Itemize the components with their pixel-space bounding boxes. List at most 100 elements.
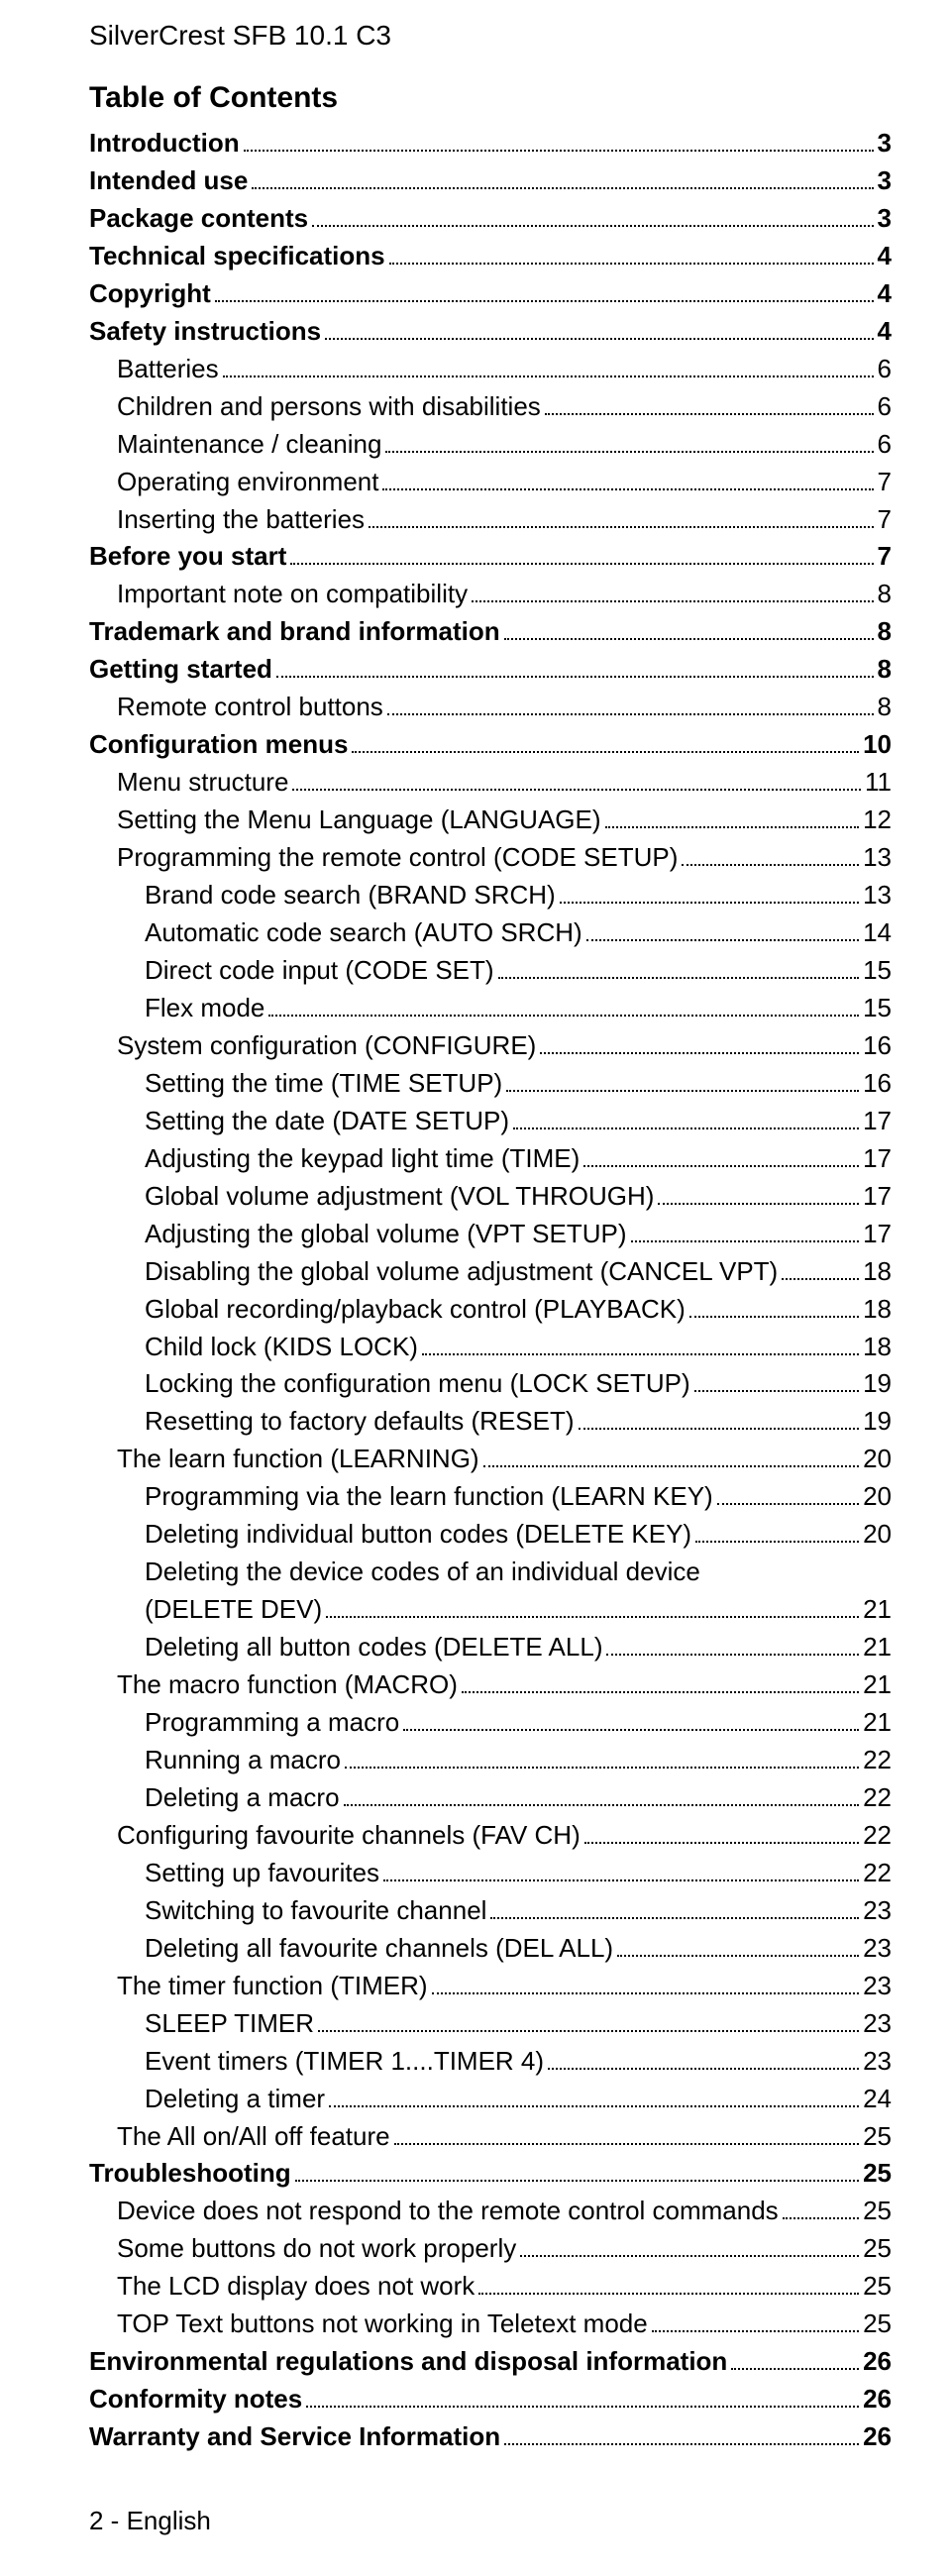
toc-entry-label: Trademark and brand information [89, 613, 500, 651]
toc-leader-dots [586, 939, 859, 941]
toc-entry-page: 21 [863, 1629, 892, 1666]
toc-entry: Package contents3 [89, 200, 892, 238]
toc-entry-label: Global volume adjustment (VOL THROUGH) [145, 1178, 654, 1216]
toc-entry-label: Warranty and Service Information [89, 2418, 500, 2456]
toc-entry-label: Configuring favourite channels (FAV CH) [117, 1817, 581, 1855]
toc-entry-page: 17 [863, 1178, 892, 1216]
toc-entry: Event timers (TIMER 1....TIMER 4)23 [89, 2043, 892, 2081]
toc-entry-label: The All on/All off feature [117, 2118, 390, 2156]
toc-entry-page: 15 [863, 952, 892, 990]
toc-entry-page: 20 [863, 1441, 892, 1478]
toc-entry-label: Deleting all favourite channels (DEL ALL… [145, 1930, 613, 1968]
toc-leader-dots [689, 1316, 859, 1318]
toc-entry-page: 16 [863, 1065, 892, 1103]
toc-entry-label: System configuration (CONFIGURE) [117, 1027, 536, 1065]
toc-entry-label: Copyright [89, 275, 211, 313]
toc-entry-page: 14 [863, 914, 892, 952]
toc-entry-page: 17 [863, 1103, 892, 1140]
toc-leader-dots [329, 2105, 859, 2107]
document-page: SilverCrest SFB 10.1 C3 Table of Content… [0, 0, 951, 2576]
toc-entry: Operating environment 7 [89, 464, 892, 501]
toc-entry-page: 25 [863, 2155, 892, 2193]
toc-leader-dots [472, 600, 873, 602]
toc-leader-dots [292, 789, 861, 791]
toc-entry-label: Setting the time (TIME SETUP) [145, 1065, 502, 1103]
toc-entry-page: 6 [878, 388, 892, 426]
toc-entry-label: Adjusting the global volume (VPT SETUP) [145, 1216, 627, 1253]
toc-entry-page: 21 [863, 1666, 892, 1704]
toc-entry: Some buttons do not work properly25 [89, 2230, 892, 2268]
toc-leader-dots [695, 1541, 859, 1543]
toc-entry: Trademark and brand information8 [89, 613, 892, 651]
toc-entry: Switching to favourite channel23 [89, 1892, 892, 1930]
toc-entry-label: Troubleshooting [89, 2155, 291, 2193]
toc-entry: Troubleshooting 25 [89, 2155, 892, 2193]
toc-entry: Adjusting the global volume (VPT SETUP)1… [89, 1216, 892, 1253]
toc-entry-page: 22 [863, 1855, 892, 1892]
toc-entry-label: The LCD display does not work [117, 2268, 475, 2306]
toc-leader-dots [606, 1654, 859, 1656]
toc-entry-page: 22 [863, 1817, 892, 1855]
toc-leader-dots [403, 1729, 859, 1731]
toc-leader-dots [584, 1842, 859, 1844]
toc-entry: Conformity notes26 [89, 2381, 892, 2418]
toc-entry-page: 6 [878, 351, 892, 388]
toc-entry-page: 8 [878, 576, 892, 613]
toc-entry: Programming the remote control (CODE SET… [89, 839, 892, 877]
toc-entry-label: Setting the date (DATE SETUP) [145, 1103, 509, 1140]
toc-entry: Copyright 4 [89, 275, 892, 313]
toc-entry-page: 26 [863, 2343, 892, 2381]
toc-entry-label: Getting started [89, 651, 272, 689]
toc-leader-dots [520, 2255, 859, 2257]
toc-entry: Setting the Menu Language (LANGUAGE) 12 [89, 802, 892, 839]
toc-entry-page: 13 [863, 877, 892, 914]
toc-entry-page: 21 [863, 1704, 892, 1742]
table-of-contents: Introduction3Intended use3Package conten… [89, 125, 892, 2456]
toc-entry-page: 7 [878, 464, 892, 501]
toc-leader-dots [306, 2406, 859, 2408]
toc-entry-page: 12 [863, 802, 892, 839]
toc-leader-dots [717, 1503, 859, 1505]
toc-entry-label: SLEEP TIMER [145, 2005, 314, 2043]
toc-entry-label: Child lock (KIDS LOCK) [145, 1329, 418, 1366]
toc-entry: Deleting a timer24 [89, 2081, 892, 2118]
toc-entry-label: Maintenance / cleaning [117, 426, 381, 464]
toc-entry-label: The timer function (TIMER) [117, 1968, 428, 2005]
toc-leader-dots [295, 2180, 859, 2182]
toc-entry-page: 16 [863, 1027, 892, 1065]
toc-leader-dots [513, 1127, 859, 1129]
toc-entry-page: 7 [878, 538, 892, 576]
toc-entry-label: Direct code input (CODE SET) [145, 952, 494, 990]
toc-entry: Programming via the learn function (LEAR… [89, 1478, 892, 1516]
toc-leader-dots [579, 1428, 860, 1430]
toc-entry: Before you start7 [89, 538, 892, 576]
toc-leader-dots [394, 2143, 860, 2145]
toc-leader-dots [483, 1465, 859, 1467]
page-footer: 2 - English [89, 2506, 892, 2536]
toc-leader-dots [782, 1278, 859, 1280]
toc-leader-dots [369, 526, 873, 528]
toc-entry: Child lock (KIDS LOCK)18 [89, 1329, 892, 1366]
toc-entry-page: 15 [863, 990, 892, 1027]
toc-leader-dots [498, 977, 860, 979]
toc-entry-page: 7 [878, 501, 892, 539]
toc-entry-label: Inserting the batteries [117, 501, 365, 539]
toc-entry-label: Children and persons with disabilities [117, 388, 541, 426]
toc-entry-page: 4 [878, 275, 892, 313]
toc-entry-page: 4 [878, 238, 892, 275]
toc-entry: Direct code input (CODE SET) 15 [89, 952, 892, 990]
toc-entry: Automatic code search (AUTO SRCH)14 [89, 914, 892, 952]
toc-leader-dots [382, 488, 873, 490]
toc-entry-label: Setting the Menu Language (LANGUAGE) [117, 802, 601, 839]
toc-entry-page: 23 [863, 2043, 892, 2081]
toc-entry-page: 17 [863, 1140, 892, 1178]
toc-entry-label: Flex mode [145, 990, 264, 1027]
toc-entry: Flex mode 15 [89, 990, 892, 1027]
toc-entry-label: Environmental regulations and disposal i… [89, 2343, 727, 2381]
toc-entry-label: Deleting the device codes of an individu… [145, 1554, 700, 1591]
toc-entry: (DELETE DEV)21 [89, 1591, 892, 1629]
toc-entry-label: TOP Text buttons not working in Teletext… [117, 2306, 648, 2343]
toc-entry-label: Brand code search (BRAND SRCH) [145, 877, 556, 914]
toc-entry-label: Operating environment [117, 464, 378, 501]
toc-leader-dots [548, 2068, 859, 2070]
